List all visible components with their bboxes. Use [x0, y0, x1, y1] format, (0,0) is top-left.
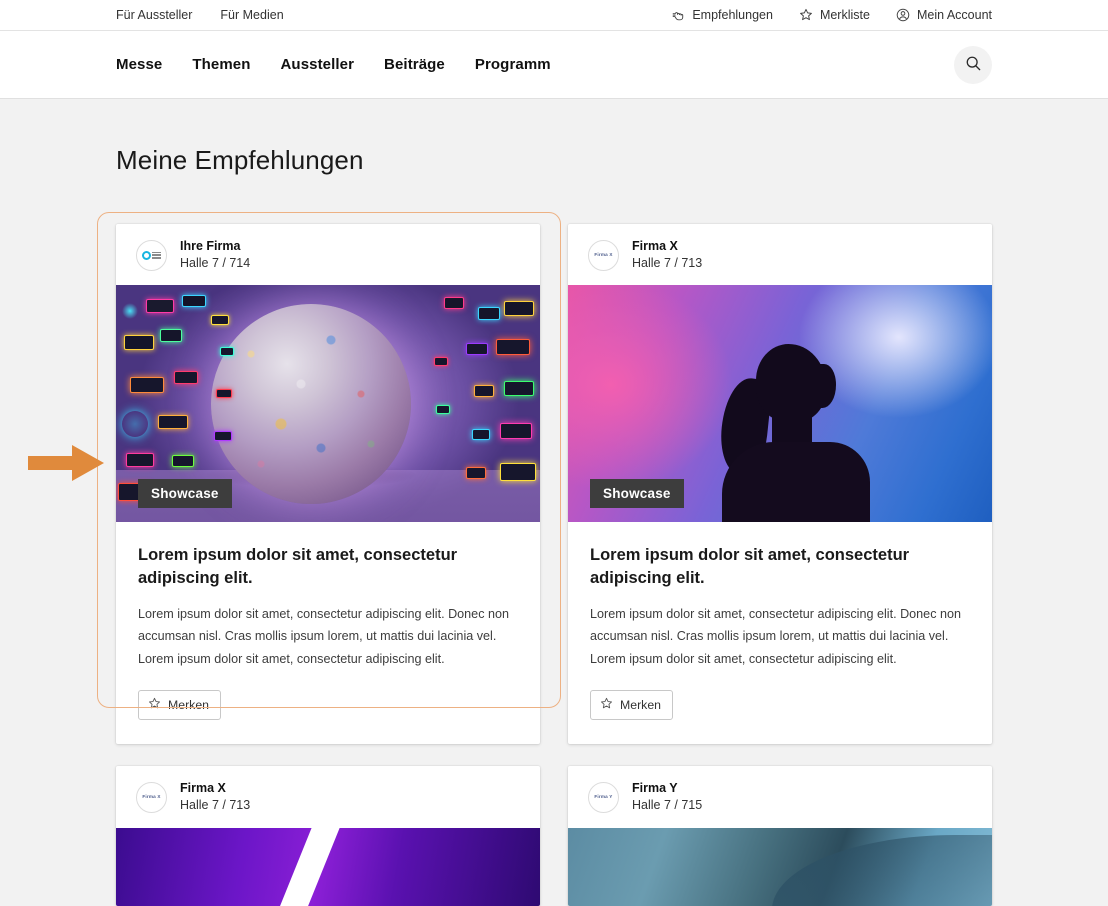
card-company-name: Ihre Firma	[180, 238, 250, 255]
company-logo	[136, 240, 167, 271]
teal-abstract-image	[568, 828, 992, 906]
generic-logo-text: Firma X	[142, 794, 160, 800]
merken-button[interactable]: Merken	[590, 690, 673, 720]
annotation-arrow	[28, 443, 104, 483]
card-body: Lorem ipsum dolor sit amet, consectetur …	[568, 522, 992, 744]
card-header: Ihre Firma Halle 7 / 714	[116, 224, 540, 285]
card-description: Lorem ipsum dolor sit amet, consectetur …	[590, 603, 970, 670]
card-company-name: Firma X	[180, 780, 250, 797]
card-company-block: Firma Y Halle 7 / 715	[632, 780, 702, 814]
card-media[interactable]: Showcase	[116, 285, 540, 522]
card-header: Firma Y Firma Y Halle 7 / 715	[568, 766, 992, 827]
card-body: Lorem ipsum dolor sit amet, consectetur …	[116, 522, 540, 744]
nav-item-aussteller[interactable]: Aussteller	[281, 56, 355, 73]
nav-item-beitraege[interactable]: Beiträge	[384, 56, 445, 73]
utility-label-merkliste: Merkliste	[820, 8, 870, 22]
page-content: Meine Empfehlungen Ihre Firma Halle 7 / …	[0, 145, 1108, 906]
utility-left-links: Für Aussteller Für Medien	[116, 8, 284, 22]
recommendation-card[interactable]: Firma X Firma X Halle 7 / 713	[568, 224, 992, 744]
card-media[interactable]	[568, 828, 992, 906]
recommendation-card[interactable]: Firma X Firma X Halle 7 / 713	[116, 766, 540, 905]
pointing-hand-icon	[671, 8, 685, 22]
brand-logo-icon	[142, 251, 162, 260]
card-company-block: Firma X Halle 7 / 713	[180, 780, 250, 814]
utility-link-fuer-aussteller[interactable]: Für Aussteller	[116, 8, 192, 22]
utility-link-fuer-medien[interactable]: Für Medien	[220, 8, 283, 22]
site-header: Für Aussteller Für Medien Empfehlungen	[0, 0, 1108, 99]
company-logo: Firma X	[136, 782, 167, 813]
purple-abstract-image	[116, 828, 540, 906]
card-hall-number: Halle 7 / 715	[632, 797, 702, 815]
generic-logo-text: Firma X	[594, 252, 612, 258]
card-header: Firma X Firma X Halle 7 / 713	[116, 766, 540, 827]
card-media[interactable]: Showcase	[568, 285, 992, 522]
recommendations-grid: Ihre Firma Halle 7 / 714	[116, 224, 992, 906]
merken-button-label: Merken	[620, 698, 661, 712]
company-logo: Firma Y	[588, 782, 619, 813]
nav-item-themen[interactable]: Themen	[192, 56, 250, 73]
card-company-block: Firma X Halle 7 / 713	[632, 238, 702, 272]
recommendation-card[interactable]: Firma Y Firma Y Halle 7 / 715	[568, 766, 992, 905]
user-circle-icon	[896, 8, 910, 22]
utility-link-mein-account[interactable]: Mein Account	[896, 8, 992, 22]
card-company-block: Ihre Firma Halle 7 / 714	[180, 238, 250, 272]
card-hall-number: Halle 7 / 713	[180, 797, 250, 815]
star-outline-icon	[148, 697, 161, 713]
merken-button[interactable]: Merken	[138, 690, 221, 720]
showcase-badge: Showcase	[590, 479, 684, 508]
card-media[interactable]	[116, 828, 540, 906]
utility-link-empfehlungen[interactable]: Empfehlungen	[671, 8, 773, 22]
nav-item-messe[interactable]: Messe	[116, 56, 162, 73]
card-hall-number: Halle 7 / 713	[632, 255, 702, 273]
card-title: Lorem ipsum dolor sit amet, consectetur …	[138, 544, 518, 590]
utility-label-mein-account: Mein Account	[917, 8, 992, 22]
recommendation-card[interactable]: Ihre Firma Halle 7 / 714	[116, 224, 540, 744]
showcase-badge: Showcase	[138, 479, 232, 508]
utility-bar: Für Aussteller Für Medien Empfehlungen	[0, 0, 1108, 31]
search-button[interactable]	[954, 46, 992, 84]
card-title: Lorem ipsum dolor sit amet, consectetur …	[590, 544, 970, 590]
utility-link-merkliste[interactable]: Merkliste	[799, 8, 870, 22]
generic-logo-text: Firma Y	[594, 794, 612, 800]
main-nav-items: Messe Themen Aussteller Beiträge Program…	[116, 56, 551, 73]
merken-button-label: Merken	[168, 698, 209, 712]
card-header: Firma X Firma X Halle 7 / 713	[568, 224, 992, 285]
utility-label-empfehlungen: Empfehlungen	[692, 8, 773, 22]
card-company-name: Firma X	[632, 238, 702, 255]
card-description: Lorem ipsum dolor sit amet, consectetur …	[138, 603, 518, 670]
star-outline-icon	[600, 697, 613, 713]
search-icon	[965, 55, 982, 75]
card-company-name: Firma Y	[632, 780, 702, 797]
page-title: Meine Empfehlungen	[116, 145, 992, 176]
utility-right-links: Empfehlungen Merkliste	[671, 8, 992, 22]
main-navigation: Messe Themen Aussteller Beiträge Program…	[0, 31, 1108, 99]
card-hall-number: Halle 7 / 714	[180, 255, 250, 273]
company-logo: Firma X	[588, 240, 619, 271]
star-outline-icon	[799, 8, 813, 22]
nav-item-programm[interactable]: Programm	[475, 56, 551, 73]
